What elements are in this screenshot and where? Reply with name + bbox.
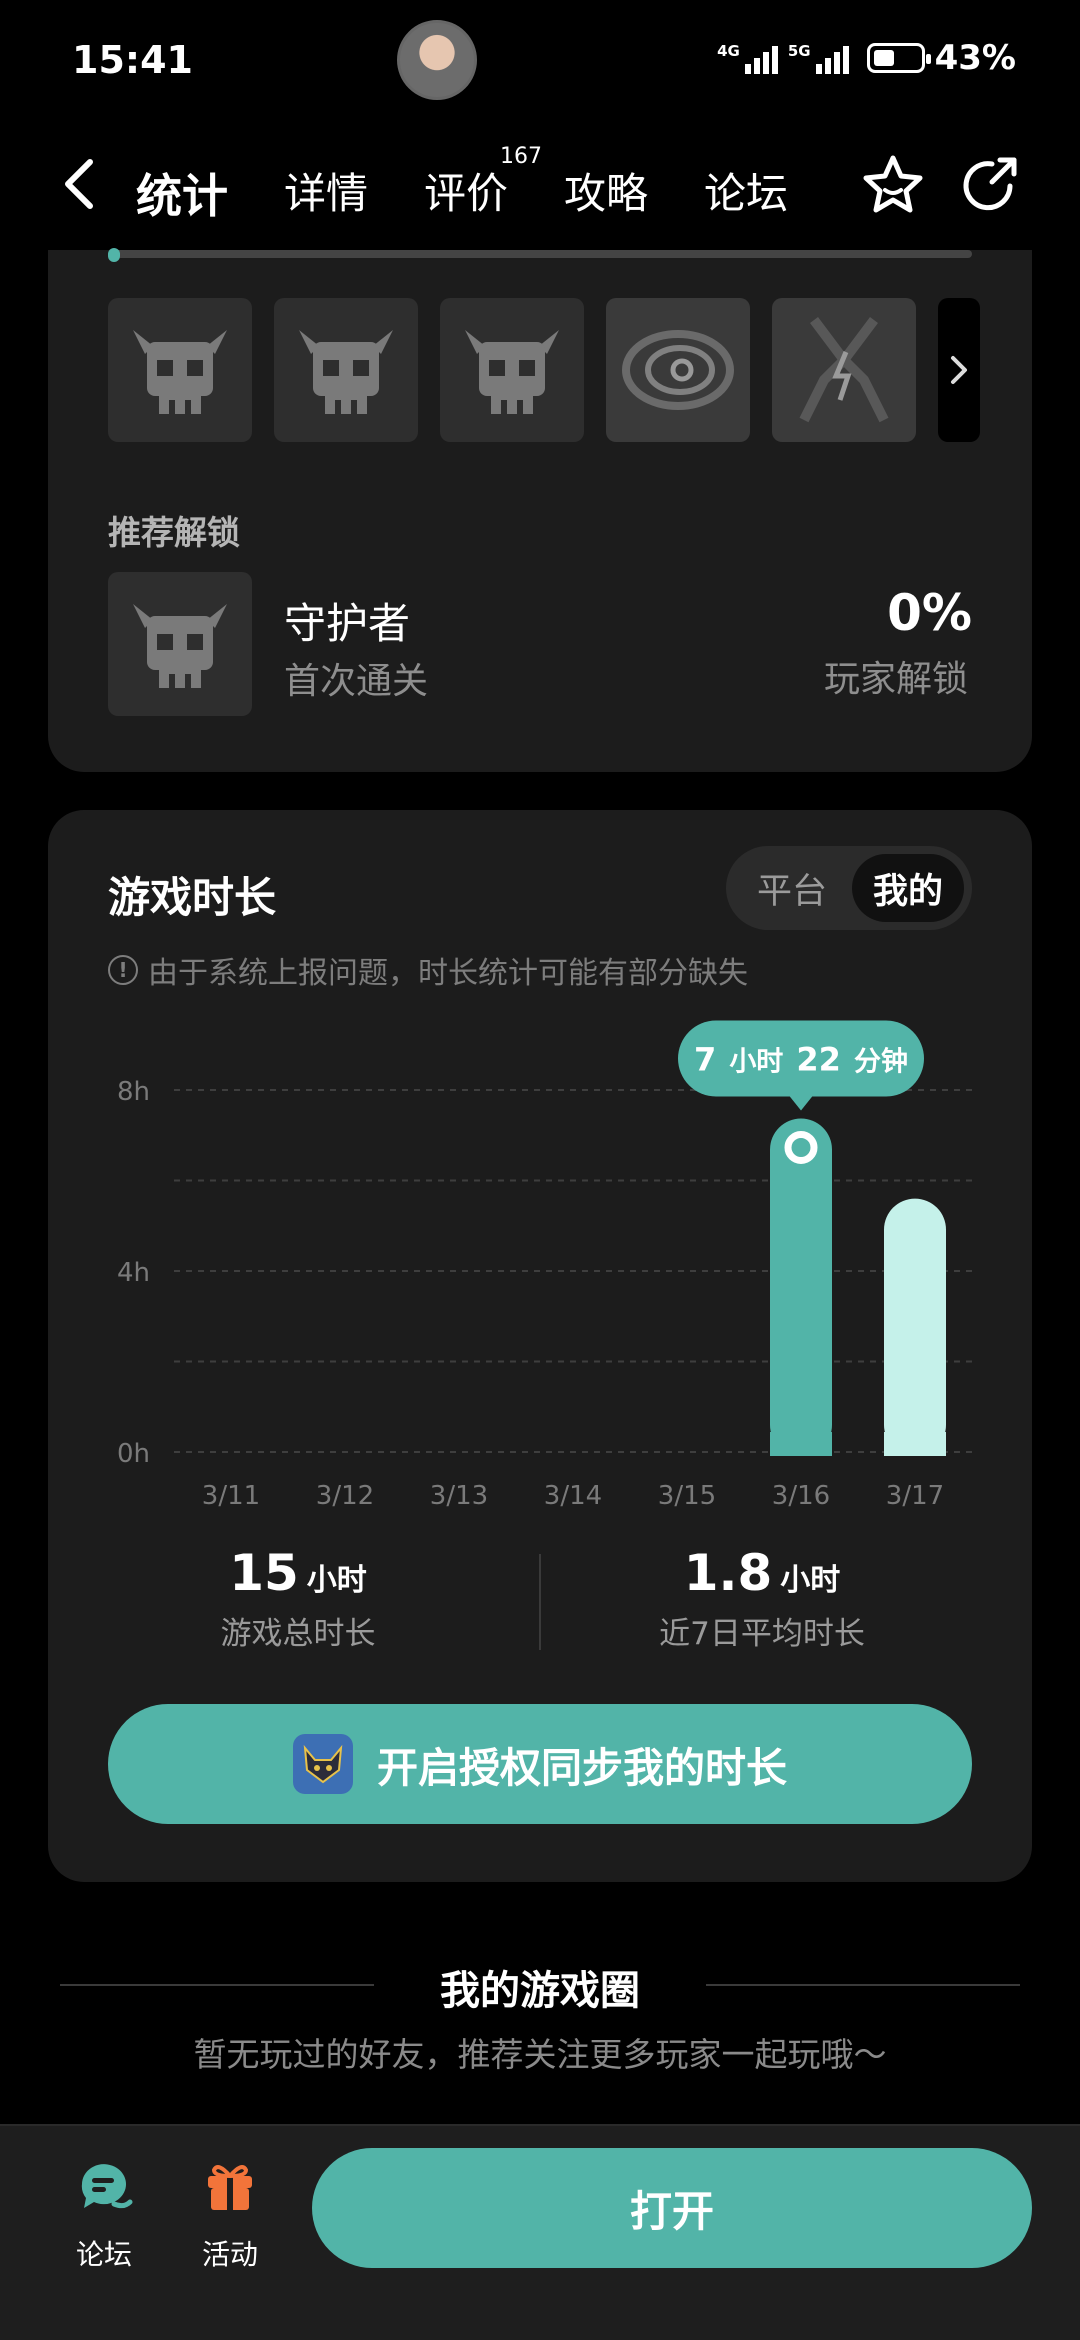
- vortex-icon[interactable]: [606, 298, 750, 442]
- x-tick-label: 3/16: [772, 1481, 830, 1511]
- x-tick-label: 3/13: [430, 1481, 488, 1511]
- sync-playtime-button[interactable]: 开启授权同步我的时长: [108, 1704, 972, 1824]
- back-icon[interactable]: [58, 152, 102, 216]
- open-game-button[interactable]: 打开: [312, 2148, 1032, 2268]
- forum-button[interactable]: 论坛: [54, 2156, 154, 2273]
- tab-stats[interactable]: 统计: [130, 150, 234, 236]
- tooltip-hours-unit: 小时: [729, 1047, 783, 1078]
- lightning-icon[interactable]: [772, 298, 916, 442]
- achievement-desc: 首次通关: [284, 661, 429, 702]
- skull-icon[interactable]: [440, 298, 584, 442]
- playtime-stats: 15 小时 游戏总时长 1.8 小时 近7日平均时长: [48, 1544, 1032, 1654]
- x-tick-label: 3/11: [202, 1481, 260, 1511]
- game-circle-subtitle: 暂无玩过的好友，推荐关注更多玩家一起玩哦～: [193, 2035, 887, 2074]
- bar-tooltip: 7 小时 22 分钟: [678, 1020, 924, 1111]
- total-playtime: 15 小时 游戏总时长: [220, 1544, 376, 1652]
- tooltip-minutes-unit: 分钟: [854, 1047, 908, 1078]
- review-count-badge: 167: [500, 144, 543, 169]
- data-notice: ! 由于系统上报问题，时长统计可能有部分缺失: [108, 948, 748, 992]
- playtime-chart: 3/11 3/12 3/13 3/14 3/15 3/16 3/17 0h 4h 8h 7 小时…: [117, 1020, 972, 1511]
- achievement-progress-bar: [108, 248, 972, 262]
- status-bar: 15:41 4G 5G 43%: [0, 0, 1080, 120]
- bar-base: [770, 1432, 832, 1456]
- star-icon[interactable]: [860, 152, 926, 218]
- tab-bar: 统计 详情 评价 167 攻略 论坛: [130, 144, 794, 236]
- unlock-percent-label: 玩家解锁: [823, 659, 968, 700]
- status-time: 15:41: [72, 38, 193, 82]
- achievements-card: 推荐解锁 守护者 首次通关 0% 玩家解锁: [48, 248, 1032, 772]
- achievement-list: [108, 298, 980, 442]
- status-indicators: 4G 5G 43%: [717, 38, 1016, 78]
- tab-reviews[interactable]: 评价 167: [418, 144, 542, 236]
- chat-bubble-icon: [81, 2164, 133, 2209]
- playtime-card: 游戏时长 平台 我的 ! 由于系统上报问题，时长统计可能有部分缺失 3/11 3/…: [48, 810, 1032, 1882]
- skull-icon: [108, 572, 252, 716]
- x-tick-label: 3/15: [658, 1481, 716, 1511]
- activity-button[interactable]: 活动: [180, 2156, 280, 2273]
- unlock-percent: 0%: [887, 584, 972, 642]
- bar-marker: [784, 1131, 818, 1165]
- skull-icon[interactable]: [274, 298, 418, 442]
- tooltip-hours: 7: [694, 1041, 716, 1079]
- share-icon[interactable]: [958, 152, 1024, 218]
- bar[interactable]: [770, 1118, 832, 1456]
- bar-base: [884, 1432, 946, 1456]
- chevron-right-icon[interactable]: [938, 298, 980, 442]
- bottom-action-bar: 论坛 活动 打开: [0, 2124, 1080, 2340]
- battery-icon: [866, 43, 931, 73]
- x-tick-label: 3/12: [316, 1481, 374, 1511]
- y-tick-label: 4h: [117, 1258, 150, 1288]
- info-icon: !: [108, 955, 138, 985]
- top-nav: 统计 详情 评价 167 攻略 论坛: [0, 130, 1080, 250]
- recommended-achievement[interactable]: 守护者 首次通关 0% 玩家解锁: [108, 572, 972, 718]
- game-circle-title: 我的游戏圈: [440, 1968, 640, 2014]
- battery-percent: 43%: [934, 38, 1016, 78]
- skull-icon[interactable]: [108, 298, 252, 442]
- floating-avatar[interactable]: [397, 20, 477, 100]
- x-tick-label: 3/14: [544, 1481, 602, 1511]
- tooltip-minutes: 22: [796, 1041, 841, 1079]
- tab-forum[interactable]: 论坛: [698, 150, 794, 236]
- tab-details[interactable]: 详情: [278, 150, 374, 236]
- y-tick-label: 0h: [117, 1439, 150, 1469]
- bar[interactable]: [884, 1198, 946, 1456]
- playtime-toggle: 平台 我的: [726, 846, 972, 930]
- signal-4g-icon: 4G: [717, 42, 778, 74]
- y-tick-label: 8h: [117, 1077, 150, 1107]
- segment-platform[interactable]: 平台: [736, 854, 848, 922]
- recommend-unlock-label: 推荐解锁: [108, 513, 240, 552]
- x-tick-label: 3/17: [886, 1481, 944, 1511]
- gift-icon: [208, 2165, 252, 2210]
- average-playtime: 1.8 小时 近7日平均时长: [659, 1544, 865, 1652]
- playtime-title: 游戏时长: [108, 873, 277, 922]
- achievement-name: 守护者: [284, 599, 411, 648]
- segment-mine[interactable]: 我的: [852, 854, 964, 922]
- tab-guides[interactable]: 攻略: [558, 150, 654, 236]
- signal-5g-icon: 5G: [788, 42, 849, 74]
- sync-button-label: 开启授权同步我的时长: [377, 1744, 787, 1792]
- game-avatar-icon: [293, 1734, 353, 1794]
